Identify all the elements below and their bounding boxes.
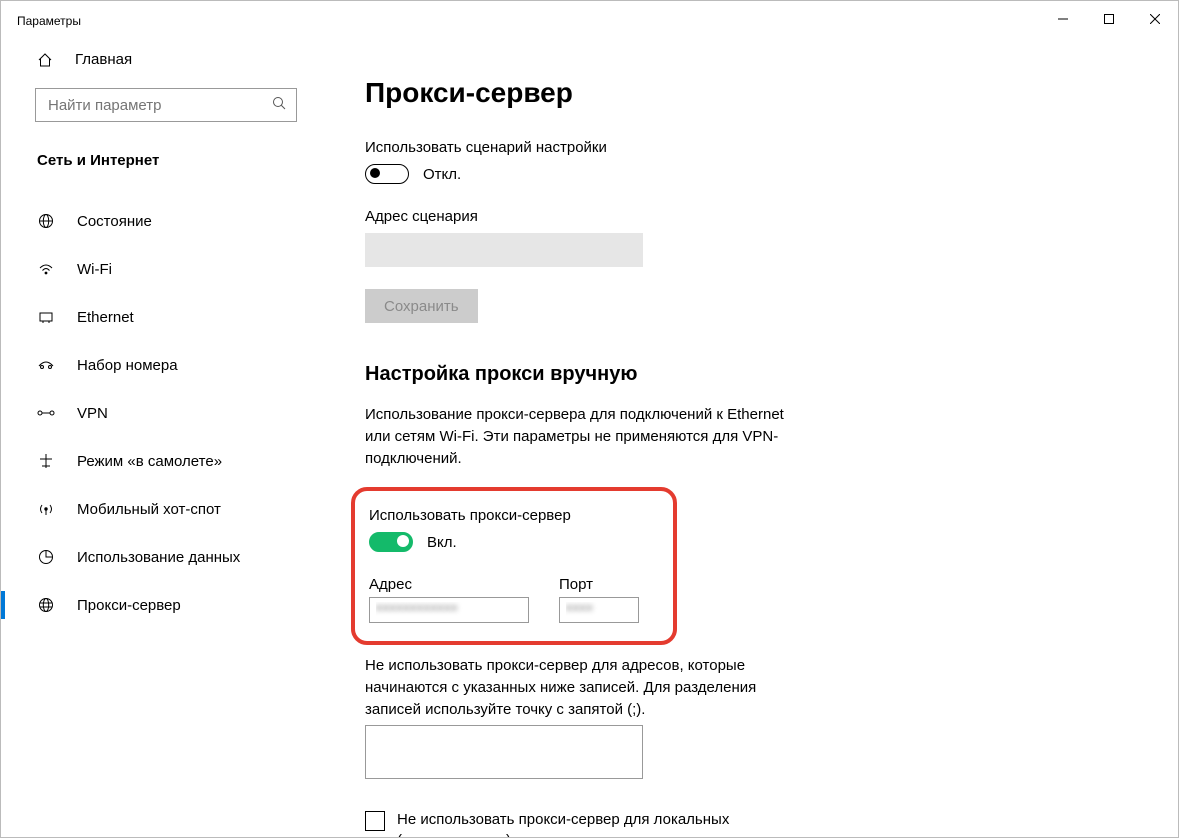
search-input[interactable]	[46, 96, 272, 115]
search-icon	[272, 96, 288, 114]
home-icon	[37, 52, 53, 68]
sidebar-item-label: Wi-Fi	[77, 261, 112, 278]
ethernet-icon	[37, 309, 55, 325]
manual-heading: Настройка прокси вручную	[365, 363, 1118, 386]
sidebar-item-label: Ethernet	[77, 309, 134, 326]
local-exception-label: Не использовать прокси-сервер для локаль…	[397, 809, 785, 838]
script-address-input[interactable]	[365, 233, 643, 267]
highlight-annotation: Использовать прокси-сервер Вкл. Адрес По…	[351, 487, 677, 645]
setup-script-toggle-label: Откл.	[423, 166, 461, 183]
script-address-label: Адрес сценария	[365, 208, 1118, 225]
airplane-icon	[37, 453, 55, 469]
sidebar-home-label: Главная	[75, 51, 132, 68]
setup-script-caption: Использовать сценарий настройки	[365, 139, 1118, 156]
sidebar-item-ethernet[interactable]: Ethernet	[1, 293, 331, 341]
sidebar-item-label: Мобильный хот-спот	[77, 501, 221, 518]
local-exception-checkbox[interactable]	[365, 811, 385, 831]
sidebar: Главная Сеть и Интернет Состояние Wi-Fi …	[1, 37, 331, 837]
sidebar-item-hotspot[interactable]: Мобильный хот-спот	[1, 485, 331, 533]
port-label: Порт	[559, 576, 639, 593]
globe-icon	[37, 213, 55, 229]
hotspot-icon	[37, 501, 55, 517]
use-proxy-toggle-label: Вкл.	[427, 534, 457, 551]
window-controls	[1040, 3, 1178, 35]
address-label: Адрес	[369, 576, 529, 593]
data-usage-icon	[37, 549, 55, 565]
sidebar-item-wifi[interactable]: Wi-Fi	[1, 245, 331, 293]
sidebar-item-label: Состояние	[77, 213, 152, 230]
use-proxy-toggle[interactable]	[369, 532, 413, 552]
sidebar-item-label: Прокси-сервер	[77, 597, 181, 614]
main-content: Прокси-сервер Использовать сценарий наст…	[331, 37, 1178, 837]
exceptions-input[interactable]	[365, 725, 643, 779]
sidebar-item-vpn[interactable]: VPN	[1, 389, 331, 437]
sidebar-item-label: Использование данных	[77, 549, 240, 566]
save-button[interactable]: Сохранить	[365, 289, 478, 323]
exceptions-description: Не использовать прокси-сервер для адресо…	[365, 655, 815, 720]
maximize-button[interactable]	[1086, 3, 1132, 35]
dialup-icon	[37, 357, 55, 373]
wifi-icon	[37, 261, 55, 277]
proxy-address-input[interactable]	[369, 597, 529, 623]
close-button[interactable]	[1132, 3, 1178, 35]
manual-description: Использование прокси-сервера для подключ…	[365, 404, 805, 469]
sidebar-home[interactable]: Главная	[1, 37, 331, 82]
sidebar-item-proxy[interactable]: Прокси-сервер	[1, 581, 331, 629]
titlebar: Параметры	[1, 1, 1178, 37]
minimize-button[interactable]	[1040, 3, 1086, 35]
page-title: Прокси-сервер	[365, 77, 1118, 109]
sidebar-item-status[interactable]: Состояние	[1, 197, 331, 245]
proxy-port-input[interactable]	[559, 597, 639, 623]
setup-script-toggle[interactable]	[365, 164, 409, 184]
sidebar-item-airplane[interactable]: Режим «в самолете»	[1, 437, 331, 485]
sidebar-item-label: VPN	[77, 405, 108, 422]
sidebar-nav: Состояние Wi-Fi Ethernet Набор номера VP…	[1, 179, 331, 629]
vpn-icon	[37, 406, 55, 420]
sidebar-item-data-usage[interactable]: Использование данных	[1, 533, 331, 581]
use-proxy-caption: Использовать прокси-сервер	[369, 507, 655, 524]
sidebar-item-label: Режим «в самолете»	[77, 453, 222, 470]
window-title: Параметры	[17, 10, 81, 28]
sidebar-item-label: Набор номера	[77, 357, 178, 374]
sidebar-section-header: Сеть и Интернет	[1, 138, 331, 179]
proxy-icon	[37, 597, 55, 613]
sidebar-item-dialup[interactable]: Набор номера	[1, 341, 331, 389]
search-input-wrapper[interactable]	[35, 88, 297, 122]
